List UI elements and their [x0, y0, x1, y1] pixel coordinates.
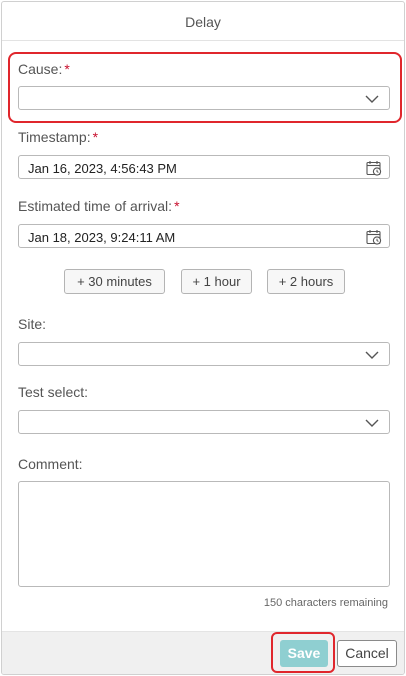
cancel-button[interactable]: Cancel	[337, 640, 397, 667]
cause-select[interactable]	[18, 86, 390, 110]
required-marker: *	[174, 198, 180, 214]
test-select-label: Test select:	[18, 384, 89, 400]
timestamp-value: Jan 16, 2023, 4:56:43 PM	[28, 161, 177, 176]
chevron-down-icon	[365, 95, 379, 103]
characters-remaining: 150 characters remaining	[263, 597, 388, 609]
timestamp-input[interactable]: Jan 16, 2023, 4:56:43 PM	[18, 155, 390, 179]
test-select[interactable]	[18, 410, 390, 434]
cause-label: Cause: *	[18, 61, 70, 77]
eta-input[interactable]: Jan 18, 2023, 9:24:11 AM	[18, 224, 390, 248]
eta-value: Jan 18, 2023, 9:24:11 AM	[28, 230, 176, 245]
add-30-minutes-button[interactable]: + 30 minutes	[64, 269, 165, 294]
comment-textarea[interactable]	[18, 481, 390, 587]
timestamp-label: Timestamp: *	[18, 129, 98, 145]
cause-label-text: Cause:	[18, 61, 63, 77]
required-marker: *	[64, 61, 70, 77]
chevron-down-icon	[365, 351, 379, 359]
comment-label: Comment:	[18, 456, 83, 472]
calendar-clock-icon[interactable]	[366, 160, 382, 176]
site-select[interactable]	[18, 342, 390, 366]
dialog-title: Delay	[2, 2, 404, 41]
required-marker: *	[92, 129, 99, 145]
calendar-clock-icon[interactable]	[366, 229, 382, 245]
eta-label: Estimated time of arrival: *	[18, 198, 180, 214]
eta-label-text: Estimated time of arrival:	[18, 198, 173, 214]
timestamp-label-text: Timestamp:	[18, 129, 91, 145]
delay-dialog: Delay Cause: * Timestamp: * Jan 16, 2023, …	[1, 1, 405, 675]
save-button[interactable]: Save	[280, 640, 328, 667]
add-2-hours-button[interactable]: + 2 hours	[267, 269, 345, 294]
add-1-hour-button[interactable]: + 1 hour	[181, 269, 252, 294]
site-label: Site:	[18, 316, 47, 332]
chevron-down-icon	[365, 419, 379, 427]
